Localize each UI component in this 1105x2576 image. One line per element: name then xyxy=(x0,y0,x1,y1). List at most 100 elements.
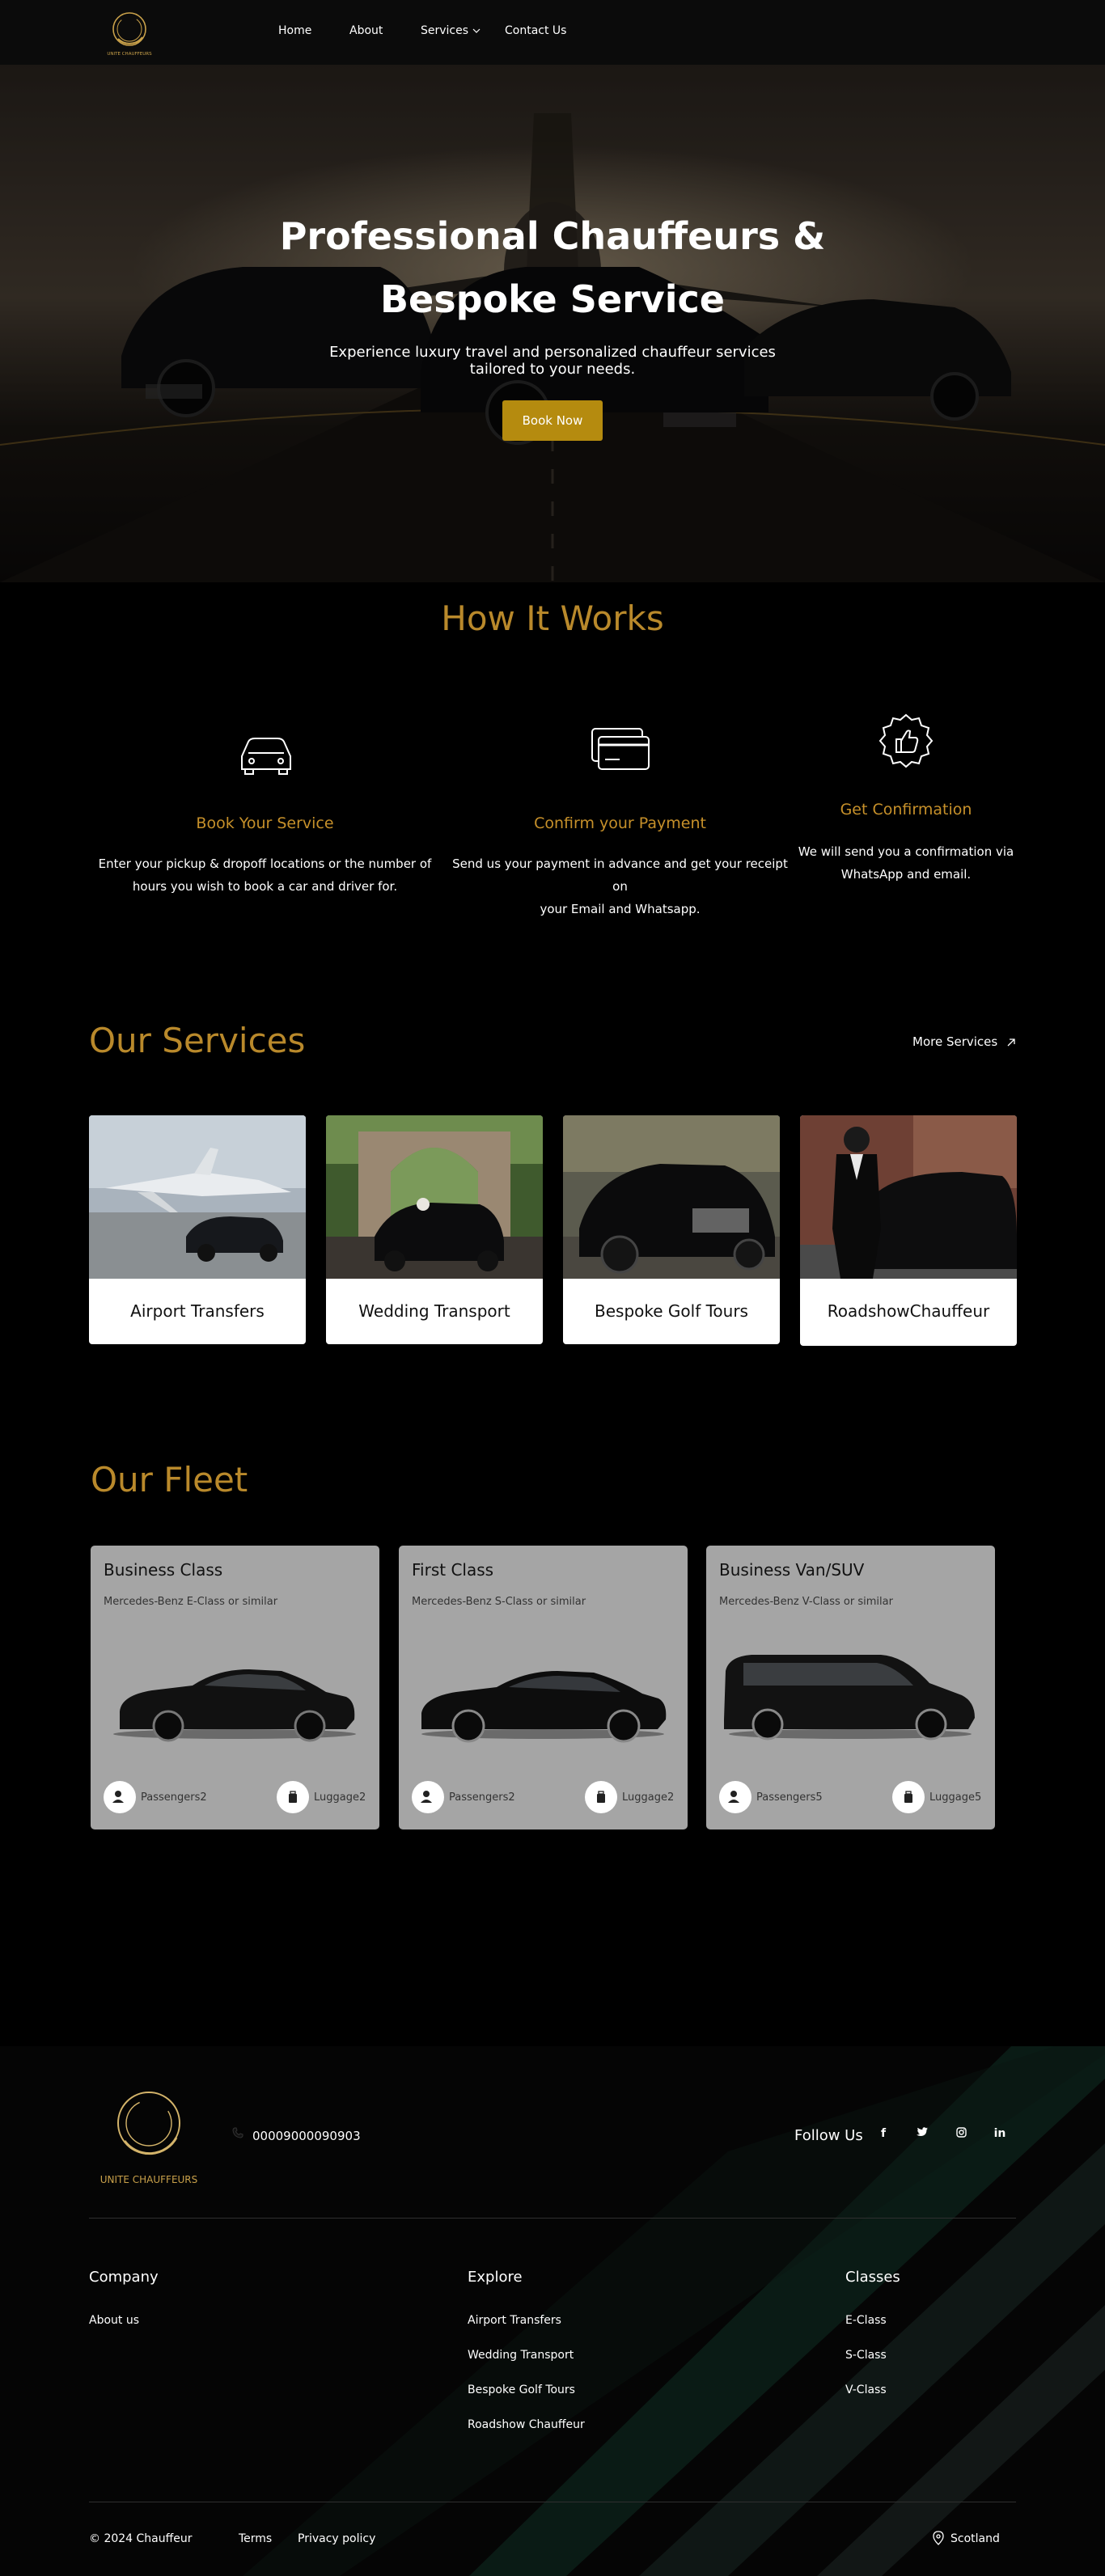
hero-title-line1: Professional Chauffeurs & xyxy=(279,214,826,258)
passenger-count: Passengers2 xyxy=(141,1791,207,1804)
step-3-text-line1: We will send you a confirmation via xyxy=(798,844,1014,859)
fleet-title: Our Fleet xyxy=(91,1460,248,1499)
footer-link-e-class[interactable]: E-Class xyxy=(845,2314,887,2327)
location-pin-icon xyxy=(933,2531,944,2545)
service-card-wedding[interactable]: Wedding Transport xyxy=(326,1115,543,1344)
step-3-title: Get Confirmation xyxy=(840,801,972,818)
luggage-icon xyxy=(892,1781,925,1813)
footer-company-title: Company xyxy=(89,2269,159,2286)
fleet-model: Mercedes-Benz V-Class or similar xyxy=(719,1596,893,1608)
golf-tour-photo xyxy=(563,1115,780,1279)
privacy-link[interactable]: Privacy policy xyxy=(298,2532,375,2545)
step-1-text-line1: Enter your pickup & dropoff locations or… xyxy=(98,857,432,871)
terms-link[interactable]: Terms xyxy=(239,2532,272,2545)
airport-transfer-photo xyxy=(89,1115,306,1279)
luggage-count: Luggage2 xyxy=(314,1791,366,1804)
footer-logo[interactable]: UNITE CHAUFFEURS xyxy=(92,2084,205,2189)
book-now-button[interactable]: Book Now xyxy=(502,400,603,441)
e-class-car-image xyxy=(113,1669,356,1742)
luggage-icon xyxy=(277,1781,309,1813)
footer-link-roadshow[interactable]: Roadshow Chauffeur xyxy=(468,2418,585,2431)
thumbs-up-badge-icon xyxy=(878,713,934,768)
follow-us-label: Follow Us xyxy=(794,2127,863,2144)
passenger-icon xyxy=(104,1781,136,1813)
passenger-icon xyxy=(719,1781,751,1813)
footer-link-airport[interactable]: Airport Transfers xyxy=(468,2314,561,2327)
hero-subtitle: Experience luxury travel and personalize… xyxy=(269,344,836,378)
fleet-model: Mercedes-Benz S-Class or similar xyxy=(412,1596,586,1608)
nav-about[interactable]: About xyxy=(349,24,383,37)
service-label: Wedding Transport xyxy=(358,1301,510,1321)
more-services-label: More Services xyxy=(912,1034,998,1049)
fleet-card-business[interactable]: Business Class Mercedes-Benz E-Class or … xyxy=(91,1546,379,1829)
footer-explore-title: Explore xyxy=(468,2269,523,2286)
step-3-text: We will send you a confirmation via What… xyxy=(797,840,1015,886)
luggage-count: Luggage5 xyxy=(929,1791,982,1804)
footer-link-wedding[interactable]: Wedding Transport xyxy=(468,2349,574,2362)
service-card-roadshow[interactable]: RoadshowChauffeur xyxy=(800,1115,1017,1346)
top-nav: UNITE CHAUFFEURS Home About Services Con… xyxy=(0,0,1105,65)
twitter-bird-glyph xyxy=(917,2127,928,2136)
footer-divider-top xyxy=(89,2218,1016,2219)
fleet-model: Mercedes-Benz E-Class or similar xyxy=(104,1596,278,1608)
luggage-icon xyxy=(585,1781,617,1813)
svg-text:UNITE CHAUFFEURS: UNITE CHAUFFEURS xyxy=(107,52,152,57)
footer-link-about[interactable]: About us xyxy=(89,2314,139,2327)
roadshow-chauffeur-photo xyxy=(800,1115,1017,1279)
v-class-van-image xyxy=(724,1655,975,1741)
phone-icon xyxy=(232,2127,243,2138)
luggage-count: Luggage2 xyxy=(622,1791,675,1804)
footer-phone[interactable]: 00009000090903 xyxy=(252,2129,361,2143)
step-2-text-line2: your Email and Whatsapp. xyxy=(540,902,701,916)
nav-home[interactable]: Home xyxy=(278,24,311,37)
footer-link-v-class[interactable]: V-Class xyxy=(845,2384,887,2396)
step-1-text: Enter your pickup & dropoff locations or… xyxy=(89,852,441,898)
fleet-class-name: Business Van/SUV xyxy=(719,1560,865,1580)
facebook-icon[interactable]: f xyxy=(874,2127,893,2140)
hero-subtitle-line1: Experience luxury travel and personalize… xyxy=(329,344,776,361)
linkedin-icon[interactable]: in xyxy=(990,2127,1010,2140)
step-3-text-line2: WhatsApp and email. xyxy=(840,867,972,882)
fleet-class-name: Business Class xyxy=(104,1560,223,1580)
credit-card-icon xyxy=(591,728,650,770)
hero-subtitle-line2: tailored to your needs. xyxy=(469,361,636,378)
chevron-down-icon[interactable] xyxy=(472,27,481,34)
location-label: Scotland xyxy=(950,2532,1000,2545)
service-label: Airport Transfers xyxy=(130,1301,265,1321)
step-2-text-line1: Send us your payment in advance and get … xyxy=(452,857,788,894)
instagram-icon[interactable] xyxy=(951,2127,971,2141)
twitter-icon[interactable] xyxy=(912,2127,932,2140)
service-label: RoadshowChauffeur xyxy=(827,1301,990,1321)
nav-contact[interactable]: Contact Us xyxy=(505,24,566,37)
service-card-airport[interactable]: Airport Transfers xyxy=(89,1115,306,1344)
passenger-count: Passengers5 xyxy=(756,1791,823,1804)
s-class-car-image xyxy=(421,1671,667,1743)
step-1-title: Book Your Service xyxy=(196,814,334,832)
fleet-class-name: First Class xyxy=(412,1560,494,1580)
fleet-card-van[interactable]: Business Van/SUV Mercedes-Benz V-Class o… xyxy=(706,1546,995,1829)
wedding-transport-photo xyxy=(326,1115,543,1279)
step-2-text: Send us your payment in advance and get … xyxy=(444,852,796,920)
how-it-works-title: How It Works xyxy=(441,599,664,638)
svg-text:UNITE CHAUFFEURS: UNITE CHAUFFEURS xyxy=(100,2174,198,2185)
footer-link-s-class[interactable]: S-Class xyxy=(845,2349,887,2362)
services-title: Our Services xyxy=(89,1021,306,1060)
footer-classes-title: Classes xyxy=(845,2269,900,2286)
nav-services[interactable]: Services xyxy=(421,24,468,37)
more-services-link[interactable]: More Services xyxy=(912,1034,1016,1049)
hero-section: Professional Chauffeurs & Bespoke Servic… xyxy=(0,65,1105,582)
step-1-text-line2: hours you wish to book a car and driver … xyxy=(132,879,398,894)
arrow-up-right-icon xyxy=(1007,1038,1015,1046)
fleet-card-first[interactable]: First Class Mercedes-Benz S-Class or sim… xyxy=(399,1546,688,1829)
car-icon xyxy=(241,738,291,775)
footer-link-golf[interactable]: Bespoke Golf Tours xyxy=(468,2384,575,2396)
instagram-glyph xyxy=(955,2127,967,2138)
hero-title: Professional Chauffeurs & Bespoke Servic… xyxy=(229,205,876,331)
copyright: © 2024 Chauffeur xyxy=(89,2532,193,2545)
service-label: Bespoke Golf Tours xyxy=(595,1301,748,1321)
hero-title-line2: Bespoke Service xyxy=(380,277,725,321)
step-2-title: Confirm your Payment xyxy=(534,814,706,832)
service-card-golf[interactable]: Bespoke Golf Tours xyxy=(563,1115,780,1344)
brand-logo[interactable]: UNITE CHAUFFEURS xyxy=(100,6,159,58)
passenger-icon xyxy=(412,1781,444,1813)
